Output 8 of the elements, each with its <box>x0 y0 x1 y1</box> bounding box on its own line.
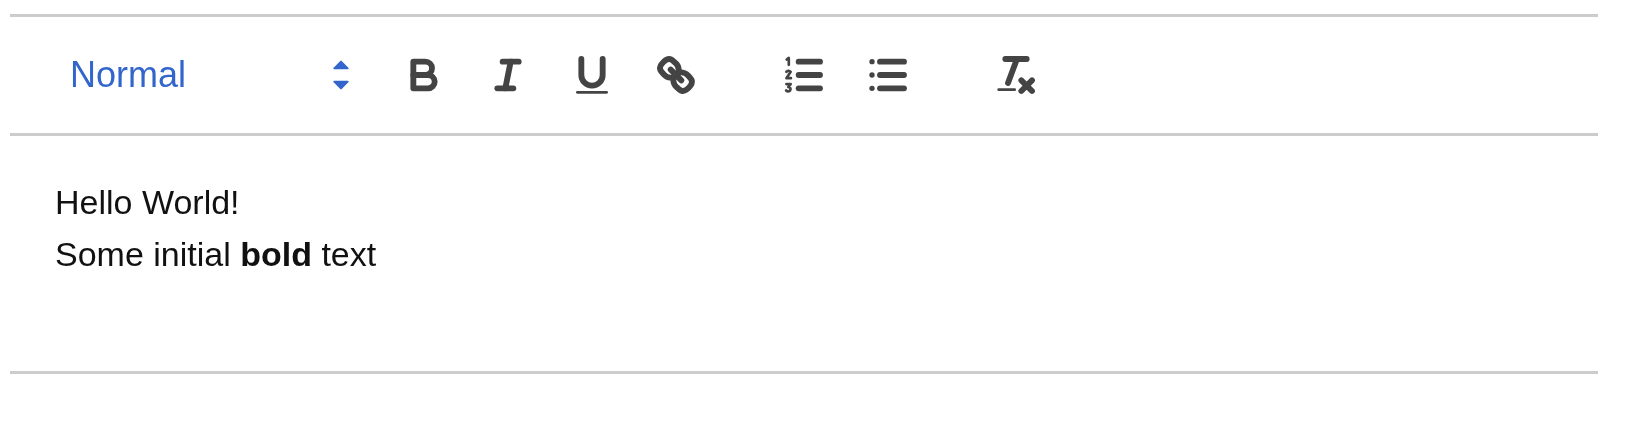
text-line: Some initial bold text <box>55 234 378 275</box>
header-select[interactable]: Normal <box>60 45 382 105</box>
editor-area[interactable]: Hello World! Some initial bold text <box>10 136 1598 374</box>
numbered-list-icon <box>784 55 824 95</box>
text-line: Hello World! <box>55 182 241 223</box>
clear-format-icon <box>996 55 1036 95</box>
sort-arrows-icon <box>330 60 352 90</box>
link-icon <box>656 55 696 95</box>
